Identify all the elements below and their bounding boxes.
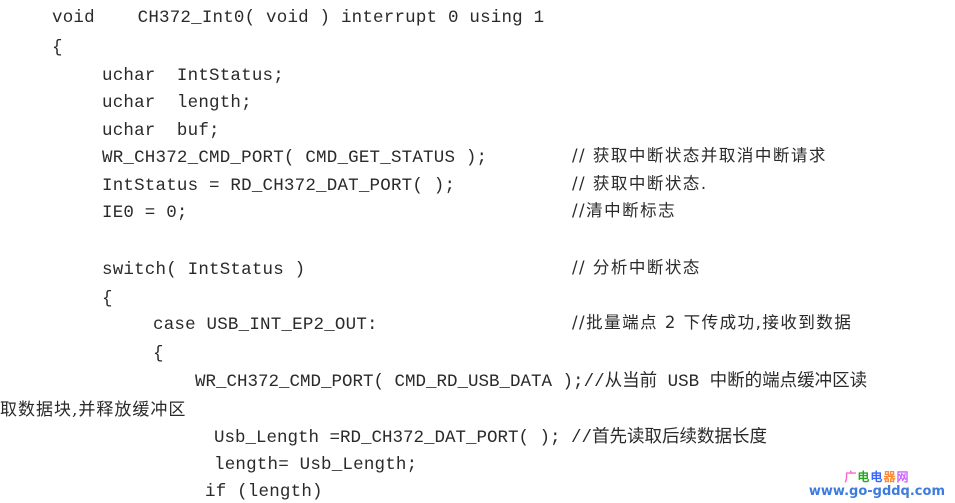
- code-line-assign-length: length= Usb_Length;: [214, 455, 418, 475]
- code-comment-clear-flag: //清中断标志: [572, 201, 677, 220]
- code-line-switch-open-brace: {: [102, 289, 113, 309]
- code-line-function-signature: void CH372_Int0( void ) interrupt 0 usin…: [52, 8, 545, 28]
- watermark-url: www.go-gddq.com: [808, 484, 945, 499]
- code-line-decl-length: uchar length;: [102, 93, 252, 113]
- site-watermark: 广电电器网 www.go-gddq.com: [809, 470, 945, 499]
- code-line-clear-ie0: IE0 = 0;: [102, 203, 188, 223]
- code-line-read-intstatus: IntStatus = RD_CH372_DAT_PORT( );: [102, 176, 456, 196]
- code-line-switch: switch( IntStatus ): [102, 260, 306, 280]
- code-line-if-length: if (length): [205, 482, 323, 502]
- watermark-char: 广: [844, 470, 858, 484]
- watermark-char: 网: [896, 470, 910, 484]
- watermark-char: 器: [883, 470, 897, 484]
- code-line-read-usb-length: Usb_Length =RD_CH372_DAT_PORT( ); //首先读取…: [214, 428, 768, 448]
- watermark-title: 广电电器网: [809, 470, 945, 484]
- code-line-wrapped-comment: 取数据块,并释放缓冲区: [0, 400, 187, 420]
- code-line-write-cmd-get-status: WR_CH372_CMD_PORT( CMD_GET_STATUS );: [102, 148, 488, 168]
- code-line-case-open-brace: {: [153, 344, 164, 364]
- watermark-char: 电: [857, 470, 871, 484]
- code-comment-get-status: // 获取中断状态并取消中断请求: [572, 146, 827, 165]
- watermark-char: 电: [870, 470, 884, 484]
- code-line-case-ep2-out: case USB_INT_EP2_OUT:: [153, 315, 378, 335]
- code-line-open-brace: {: [52, 38, 63, 58]
- code-line-decl-buf: uchar buf;: [102, 121, 220, 141]
- code-line-write-cmd-rd-usb-data: WR_CH372_CMD_PORT( CMD_RD_USB_DATA );//从…: [195, 372, 868, 392]
- code-comment-analyze-status: // 分析中断状态: [572, 258, 701, 277]
- code-comment-bulk-endpoint: //批量端点 2 下传成功,接收到数据: [572, 313, 853, 332]
- code-line-decl-intstatus: uchar IntStatus;: [102, 66, 284, 86]
- code-comment-read-status: // 获取中断状态.: [572, 174, 708, 193]
